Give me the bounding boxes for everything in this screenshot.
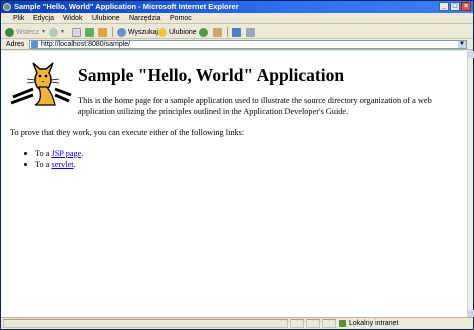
list-item: To a servlet. (21, 159, 83, 170)
status-message-cell (3, 319, 288, 328)
search-icon (117, 27, 126, 37)
zone-label: Lokalny intranet (349, 320, 399, 327)
menu-view[interactable]: Widok (63, 14, 82, 23)
scroll-up-arrow[interactable] (468, 51, 474, 58)
history-icon (199, 27, 208, 37)
menu-tools[interactable]: Narzędzia (129, 14, 161, 23)
chevron-down-icon: ▼ (40, 29, 46, 35)
stop-icon (72, 27, 81, 37)
link-prefix: To a (35, 149, 52, 158)
link-suffix: . (73, 160, 76, 169)
menu-bar: Plik Edycja Widok Ulubione Narzędzia Pom… (1, 13, 473, 24)
tomcat-logo (10, 62, 72, 106)
back-label: Wstecz (16, 28, 39, 36)
close-button[interactable]: × (461, 2, 471, 11)
back-button[interactable]: Wstecz ▼ (5, 27, 46, 37)
mail-icon (213, 27, 222, 37)
forward-button[interactable]: ▼ (49, 27, 65, 37)
menu-help[interactable]: Pomoc (170, 14, 192, 23)
menu-favorites[interactable]: Ulubione (92, 14, 120, 23)
forward-arrow-icon (49, 27, 58, 37)
address-url: http://localhost:8080/sample/ (41, 41, 131, 48)
star-icon (158, 27, 167, 37)
vertical-scrollbar[interactable] (467, 51, 474, 317)
intranet-icon (339, 320, 346, 327)
mail-button[interactable] (213, 27, 222, 37)
chevron-down-icon[interactable]: ▼ (458, 41, 466, 48)
window-controls: _ □ × (439, 2, 471, 11)
status-bar: Lokalny intranet (1, 317, 473, 329)
favorites-label: Ulubione (169, 28, 197, 36)
status-cell (306, 319, 320, 328)
list-item: To a JSP page. (21, 148, 83, 159)
jsp-page-link[interactable]: JSP page (51, 149, 81, 158)
menu-file[interactable]: Plik (13, 14, 24, 23)
intro-paragraph: This is the home page for a sample appli… (78, 96, 432, 116)
link-suffix: . (81, 149, 84, 158)
page-content: Sample "Hello, World" Application This i… (1, 51, 467, 317)
link-prefix: To a (35, 160, 52, 169)
link-list: To a JSP page. To a servlet. (21, 148, 83, 170)
toolbar: Wstecz ▼ ▼ Wyszukaj Ulubione (1, 25, 473, 39)
refresh-icon (85, 27, 94, 37)
security-zone[interactable]: Lokalny intranet (339, 319, 398, 328)
address-label: Adres (6, 41, 25, 48)
favorites-button[interactable]: Ulubione (158, 27, 197, 37)
maximize-button[interactable]: □ (450, 2, 460, 11)
window-title: Sample "Hello, World" Application - Micr… (14, 2, 239, 11)
menu-edit[interactable]: Edycja (33, 14, 54, 23)
page-title: Sample "Hello, World" Application (78, 65, 345, 85)
minimize-button[interactable]: _ (439, 2, 449, 11)
chevron-down-icon: ▼ (60, 29, 65, 35)
print-icon (246, 27, 255, 37)
stop-button[interactable] (72, 27, 81, 37)
browser-window: Sample "Hello, World" Application - Micr… (0, 0, 474, 330)
search-label: Wyszukaj (128, 28, 158, 36)
internet-explorer-icon (3, 3, 11, 11)
title-bar[interactable]: Sample "Hello, World" Application - Micr… (1, 1, 473, 13)
status-cell (290, 319, 304, 328)
back-arrow-icon (5, 27, 14, 37)
toolbar-separator (112, 27, 113, 37)
scroll-down-arrow[interactable] (468, 310, 474, 317)
search-button[interactable]: Wyszukaj (117, 27, 158, 37)
refresh-button[interactable] (85, 27, 94, 37)
status-cell (322, 319, 336, 328)
servlet-link[interactable]: servlet (51, 160, 73, 169)
page-icon (31, 41, 38, 48)
print-button[interactable] (246, 27, 255, 37)
home-button[interactable] (98, 27, 107, 37)
home-icon (98, 27, 107, 37)
edit-icon (232, 27, 241, 37)
toolbar-separator (227, 27, 228, 37)
instruction-text: To prove that they work, you can execute… (10, 128, 245, 137)
address-bar: Adres http://localhost:8080/sample/ ▼ (1, 39, 473, 50)
edit-button[interactable] (232, 27, 241, 37)
address-input[interactable]: http://localhost:8080/sample/ ▼ (29, 40, 467, 49)
history-button[interactable] (199, 27, 210, 37)
